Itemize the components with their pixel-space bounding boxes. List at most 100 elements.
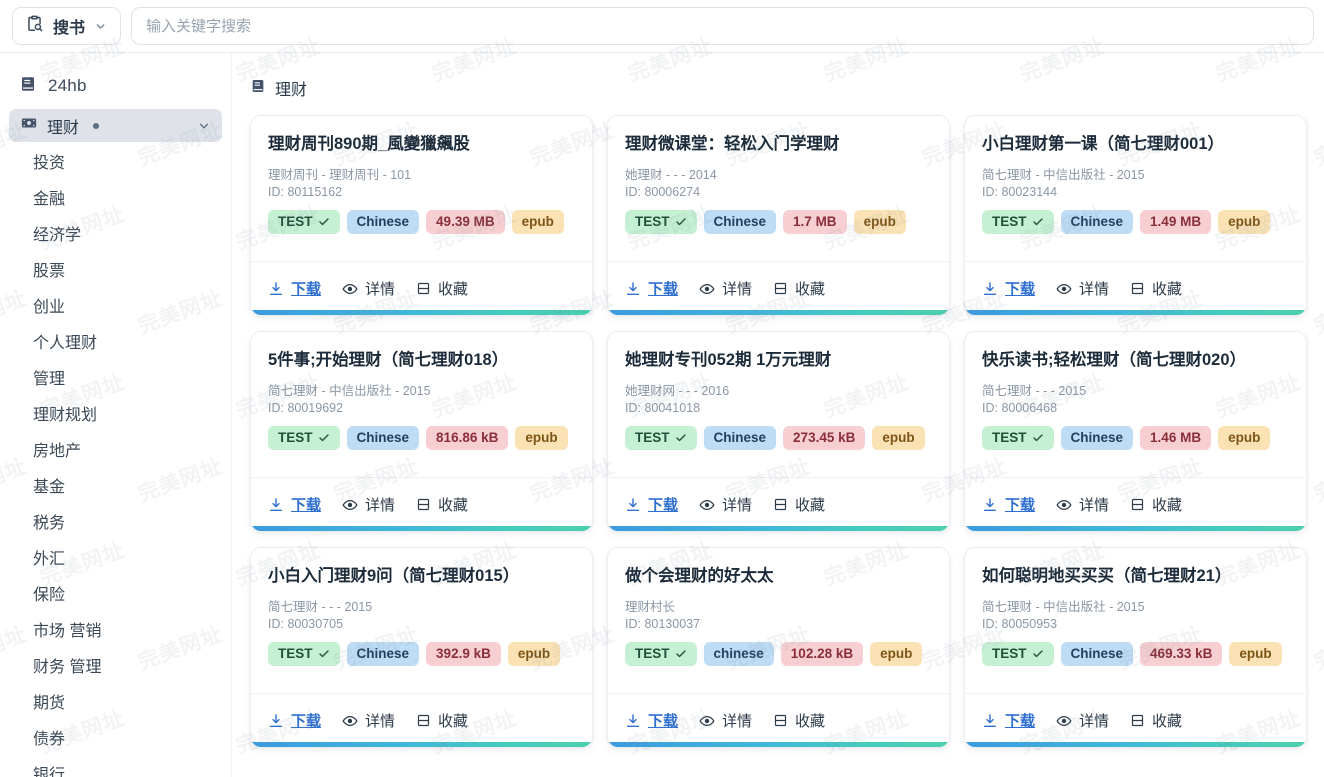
download-button[interactable]: 下载	[982, 710, 1035, 731]
sidebar-item-jinrong[interactable]: 金融	[9, 182, 222, 218]
favorite-label: 收藏	[438, 281, 469, 298]
sidebar-item-guanli[interactable]: 管理	[9, 362, 222, 398]
sidebar-item-waihui[interactable]: 外汇	[9, 542, 222, 578]
favorite-button[interactable]: 收藏	[1130, 710, 1182, 731]
search-field-wrapper[interactable]	[131, 7, 1314, 45]
detail-button[interactable]: 详情	[342, 278, 395, 299]
sidebar-item-caiwu[interactable]: 财务 管理	[9, 650, 222, 686]
top-bar: 搜书	[0, 0, 1324, 53]
format-badge: epub	[872, 425, 925, 450]
book-card-actions: 下载 详情 收藏	[965, 261, 1306, 315]
status-badge-test[interactable]: TEST	[268, 425, 340, 450]
sidebar-item-jijin[interactable]: 基金	[9, 470, 222, 506]
favorite-button[interactable]: 收藏	[773, 710, 825, 731]
sidebar-item-touzi[interactable]: 投资	[9, 146, 222, 182]
detail-button[interactable]: 详情	[699, 278, 752, 299]
book-id: ID: 80023144	[982, 184, 1058, 199]
download-button[interactable]: 下载	[625, 494, 678, 515]
status-badge-test[interactable]: TEST	[982, 425, 1054, 450]
sidebar-item-gupiao[interactable]: 股票	[9, 254, 222, 290]
book-card[interactable]: 小白理财第一课（简七理财001） 简七理财 - 中信出版社 - 2015 ID:…	[964, 115, 1307, 316]
status-badge-test[interactable]: TEST	[982, 209, 1054, 234]
download-icon	[625, 497, 641, 513]
book-id: ID: 80006468	[982, 400, 1058, 415]
status-badge-test[interactable]: TEST	[268, 641, 340, 666]
search-type-dropdown[interactable]: 搜书	[12, 7, 122, 45]
check-icon	[675, 216, 687, 228]
favorite-button[interactable]: 收藏	[1130, 494, 1182, 515]
filesize-badge: 392.9 kB	[426, 641, 501, 666]
favorite-button[interactable]: 收藏	[416, 710, 468, 731]
book-card-body: 5件事;开始理财（简七理财018） 简七理财 - 中信出版社 - 2015 ID…	[251, 332, 592, 477]
book-id: ID: 80030705	[268, 616, 344, 631]
book-card[interactable]: 小白入门理财9问（简七理财015） 简七理财 - - - 2015 ID: 80…	[250, 547, 593, 748]
book-title: 她理财专刊052期 1万元理财	[625, 351, 832, 369]
detail-button[interactable]: 详情	[342, 494, 395, 515]
book-card-actions: 下载 详情 收藏	[965, 477, 1306, 531]
eye-icon	[342, 281, 358, 297]
book-badges: TEST Chinese 49.39 MB epub	[268, 209, 575, 234]
sidebar-item-qihuo[interactable]: 期货	[9, 686, 222, 722]
book-card[interactable]: 做个会理财的好太太 理财村长 ID: 80130037 TEST chinese…	[607, 547, 950, 748]
badge-test-label: TEST	[992, 430, 1027, 446]
sidebar-item-shuiwu[interactable]: 税务	[9, 506, 222, 542]
favorite-button[interactable]: 收藏	[416, 494, 468, 515]
filesize-badge: 816.86 kB	[426, 425, 509, 450]
search-input[interactable]	[146, 17, 1299, 35]
download-button[interactable]: 下载	[268, 710, 321, 731]
detail-button[interactable]: 详情	[1056, 278, 1109, 299]
eye-icon	[342, 713, 358, 729]
book-card[interactable]: 5件事;开始理财（简七理财018） 简七理财 - 中信出版社 - 2015 ID…	[250, 331, 593, 532]
clipboard-search-icon	[25, 14, 44, 38]
detail-button[interactable]: 详情	[699, 494, 752, 515]
status-badge-test[interactable]: TEST	[268, 209, 340, 234]
sidebar-item-zhaiquan[interactable]: 债券	[9, 722, 222, 758]
status-badge-test[interactable]: TEST	[625, 209, 697, 234]
download-label: 下载	[648, 497, 679, 514]
sidebar-group-licai[interactable]: 理财	[9, 109, 222, 142]
status-badge-test[interactable]: TEST	[982, 641, 1054, 666]
download-button[interactable]: 下载	[625, 710, 678, 731]
language-badge: Chinese	[1060, 209, 1134, 234]
eye-icon	[1056, 497, 1072, 513]
sidebar-item-jingjixue[interactable]: 经济学	[9, 218, 222, 254]
book-card[interactable]: 如何聪明地买买买（简七理财21） 简七理财 - 中信出版社 - 2015 ID:…	[964, 547, 1307, 748]
detail-button[interactable]: 详情	[699, 710, 752, 731]
book-card[interactable]: 理财周刊890期_風變獵飆股 理财周刊 - 理财周刊 - 101 ID: 801…	[250, 115, 593, 316]
sidebar-item-yinhang[interactable]: 银行	[9, 758, 222, 777]
sidebar-item-shichang[interactable]: 市场 营销	[9, 614, 222, 650]
book-card[interactable]: 理财微课堂：轻松入门学理财 她理财 - - - 2014 ID: 8000627…	[607, 115, 950, 316]
bookmark-icon	[773, 281, 788, 296]
favorite-button[interactable]: 收藏	[773, 494, 825, 515]
download-icon	[268, 281, 284, 297]
book-title: 小白入门理财9问（简七理财015）	[268, 567, 520, 585]
status-dot	[93, 122, 100, 129]
download-icon	[982, 497, 998, 513]
filesize-badge: 49.39 MB	[426, 209, 505, 234]
sidebar-item-gerenlicai[interactable]: 个人理财	[9, 326, 222, 362]
download-button[interactable]: 下载	[268, 494, 321, 515]
sidebar-item-fangdichan[interactable]: 房地产	[9, 434, 222, 470]
download-button[interactable]: 下载	[982, 494, 1035, 515]
book-card[interactable]: 快乐读书;轻松理财（简七理财020） 简七理财 - - - 2015 ID: 8…	[964, 331, 1307, 532]
detail-button[interactable]: 详情	[1056, 494, 1109, 515]
download-button[interactable]: 下载	[268, 278, 321, 299]
download-button[interactable]: 下载	[982, 278, 1035, 299]
sidebar-item-baoxian[interactable]: 保险	[9, 578, 222, 614]
favorite-button[interactable]: 收藏	[416, 278, 468, 299]
sidebar-item-chuangye[interactable]: 创业	[9, 290, 222, 326]
status-badge-test[interactable]: TEST	[625, 425, 697, 450]
detail-button[interactable]: 详情	[342, 710, 395, 731]
download-button[interactable]: 下载	[625, 278, 678, 299]
book-card[interactable]: 她理财专刊052期 1万元理财 她理财网 - - - 2016 ID: 8004…	[607, 331, 950, 532]
format-badge: epub	[1218, 209, 1271, 234]
chevron-down-icon[interactable]	[197, 119, 211, 133]
favorite-label: 收藏	[1152, 281, 1183, 298]
status-badge-test[interactable]: TEST	[625, 641, 697, 666]
favorite-button[interactable]: 收藏	[1130, 278, 1182, 299]
favorite-label: 收藏	[438, 713, 469, 730]
brand-logo[interactable]: 24hb	[9, 69, 222, 103]
detail-button[interactable]: 详情	[1056, 710, 1109, 731]
sidebar-item-licaiguihua[interactable]: 理财规划	[9, 398, 222, 434]
favorite-button[interactable]: 收藏	[773, 278, 825, 299]
